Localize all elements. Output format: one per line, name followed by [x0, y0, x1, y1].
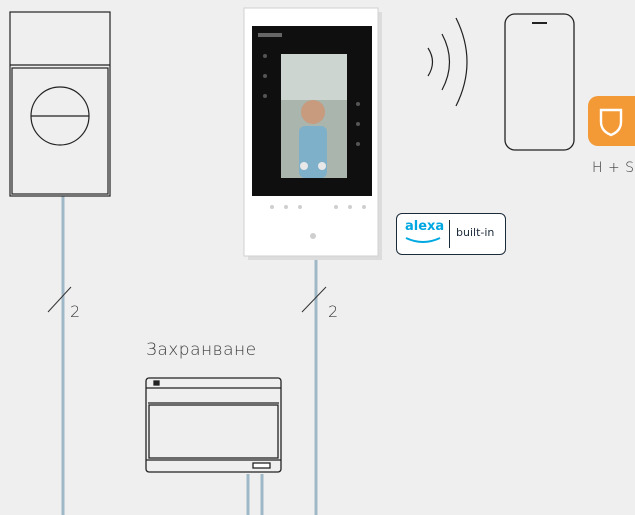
alexa-logo-text: alexa	[405, 219, 445, 234]
alexa-smile-icon	[405, 237, 441, 243]
wireless-icon	[427, 17, 468, 107]
alexa-badge-divider	[449, 220, 450, 248]
door-station-wire-count: 2	[70, 302, 81, 321]
indoor-monitor	[243, 7, 382, 260]
smartphone	[504, 13, 575, 151]
alexa-built-in-badge: alexa built-in	[396, 213, 506, 255]
wire-count-tick-1	[47, 286, 72, 313]
app-label: H + S	[592, 160, 635, 176]
power-supply-unit	[145, 377, 282, 473]
wire-count-tick-2	[301, 286, 327, 313]
shield-icon	[588, 96, 635, 146]
alexa-built-in-text: built-in	[456, 226, 495, 239]
system-diagram	[9, 7, 575, 515]
monitor-wire-count: 2	[328, 302, 339, 321]
door-station	[9, 11, 111, 197]
power-supply-label: Захранване	[146, 340, 257, 360]
